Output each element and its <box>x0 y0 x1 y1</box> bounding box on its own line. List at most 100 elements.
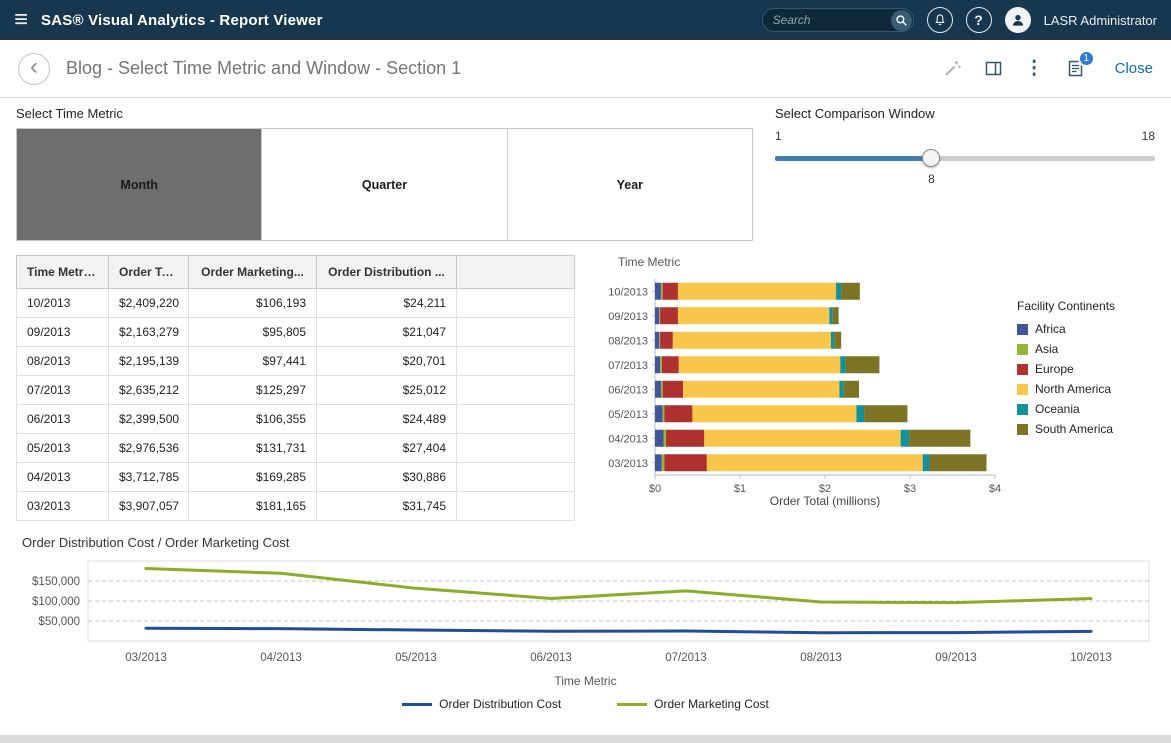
table-cell[interactable]: 07/2013 <box>17 376 109 405</box>
bar-segment-south-america[interactable] <box>841 283 860 300</box>
legend-item-asia[interactable]: Asia <box>1017 342 1115 356</box>
table-cell[interactable]: $3,907,057 <box>109 492 189 521</box>
bar-segment-south-america[interactable] <box>864 405 907 422</box>
line-chart-container[interactable]: Order Distribution Cost / Order Marketin… <box>16 535 1155 711</box>
legend-item-south-america[interactable]: South America <box>1017 422 1115 436</box>
table-cell[interactable]: $106,355 <box>189 405 317 434</box>
bar-segment-africa[interactable] <box>655 454 662 471</box>
bar-segment-europe[interactable] <box>663 381 683 398</box>
bar-segment-oceania[interactable] <box>856 405 864 422</box>
table-cell[interactable]: $31,745 <box>317 492 457 521</box>
legend-item-north-america[interactable]: North America <box>1017 382 1115 396</box>
line-legend-item-order-marketing-cost[interactable]: Order Marketing Cost <box>617 697 769 711</box>
time-metric-button-month[interactable]: Month <box>17 129 262 240</box>
bar-segment-oceania[interactable] <box>831 332 834 349</box>
menu-icon[interactable]: ≡ <box>14 8 28 32</box>
table-cell[interactable]: $27,404 <box>317 434 457 463</box>
bar-segment-africa[interactable] <box>655 307 659 324</box>
table-cell[interactable]: $2,409,220 <box>109 289 189 318</box>
user-avatar-icon[interactable] <box>1005 7 1031 33</box>
bar-segment-europe[interactable] <box>660 307 678 324</box>
bar-segment-asia[interactable] <box>663 405 665 422</box>
bar-segment-asia[interactable] <box>660 356 662 373</box>
bar-segment-asia[interactable] <box>661 381 663 398</box>
bar-segment-north-america[interactable] <box>678 283 836 300</box>
bar-segment-africa[interactable] <box>655 405 663 422</box>
table-cell[interactable]: $25,012 <box>317 376 457 405</box>
bar-segment-asia[interactable] <box>659 307 660 324</box>
bar-segment-oceania[interactable] <box>901 430 910 447</box>
stacked-bar-chart[interactable]: Time Metric 10/201309/201308/201307/2013… <box>597 255 1115 521</box>
table-cell[interactable]: $131,731 <box>189 434 317 463</box>
bar-segment-asia[interactable] <box>661 283 663 300</box>
back-button[interactable]: ‹ <box>18 53 50 85</box>
table-cell[interactable]: $2,399,500 <box>109 405 189 434</box>
legend-item-europe[interactable]: Europe <box>1017 362 1115 376</box>
table-cell[interactable]: $24,211 <box>317 289 457 318</box>
bar-segment-africa[interactable] <box>655 430 664 447</box>
bar-segment-oceania[interactable] <box>829 307 832 324</box>
bar-segment-north-america[interactable] <box>679 356 841 373</box>
table-cell[interactable]: 08/2013 <box>17 347 109 376</box>
table-cell[interactable]: $106,193 <box>189 289 317 318</box>
bar-segment-oceania[interactable] <box>836 283 841 300</box>
bar-segment-europe[interactable] <box>662 356 679 373</box>
search-input[interactable] <box>773 13 891 27</box>
slider-track[interactable]: 8 <box>775 156 1155 161</box>
table-cell[interactable]: $24,489 <box>317 405 457 434</box>
bar-segment-africa[interactable] <box>655 356 660 373</box>
bar-segment-south-america[interactable] <box>930 454 987 471</box>
column-header-order-marketing-[interactable]: Order Marketing... <box>189 256 317 289</box>
bar-segment-europe[interactable] <box>666 430 704 447</box>
table-cell[interactable]: $125,297 <box>189 376 317 405</box>
table-cell[interactable]: 05/2013 <box>17 434 109 463</box>
bar-segment-oceania[interactable] <box>840 356 845 373</box>
bar-segment-north-america[interactable] <box>673 332 831 349</box>
bar-segment-north-america[interactable] <box>678 307 829 324</box>
table-cell[interactable]: $3,712,785 <box>109 463 189 492</box>
column-header-order-total[interactable]: Order Total <box>109 256 189 289</box>
table-cell[interactable]: 03/2013 <box>17 492 109 521</box>
bar-segment-north-america[interactable] <box>683 381 839 398</box>
table-cell[interactable]: $181,165 <box>189 492 317 521</box>
column-header-time-metric[interactable]: Time Metric▼ <box>17 256 109 289</box>
table-cell[interactable]: $95,805 <box>189 318 317 347</box>
bar-segment-north-america[interactable] <box>707 454 923 471</box>
bar-segment-asia[interactable] <box>659 332 660 349</box>
bar-segment-oceania[interactable] <box>839 381 843 398</box>
comments-icon[interactable]: 1 <box>1066 59 1085 78</box>
table-cell[interactable]: $97,441 <box>189 347 317 376</box>
bar-segment-south-america[interactable] <box>845 356 879 373</box>
bar-segment-asia[interactable] <box>664 430 667 447</box>
table-cell[interactable]: 10/2013 <box>17 289 109 318</box>
table-cell[interactable]: $2,635,212 <box>109 376 189 405</box>
search-box[interactable] <box>762 8 914 32</box>
legend-item-oceania[interactable]: Oceania <box>1017 402 1115 416</box>
bar-segment-europe[interactable] <box>664 405 692 422</box>
slider-handle[interactable] <box>922 149 940 167</box>
table-cell[interactable]: $21,047 <box>317 318 457 347</box>
table-cell[interactable]: 09/2013 <box>17 318 109 347</box>
table-cell[interactable]: $30,886 <box>317 463 457 492</box>
search-icon[interactable] <box>891 10 912 31</box>
time-metric-button-year[interactable]: Year <box>508 129 752 240</box>
bar-segment-south-america[interactable] <box>834 332 841 349</box>
clear-filter-wand-icon[interactable] <box>943 59 962 78</box>
bar-segment-africa[interactable] <box>655 283 661 300</box>
line-series-order-marketing-cost[interactable] <box>146 569 1091 603</box>
bar-chart-plot[interactable]: 10/201309/201308/201307/201306/201305/20… <box>597 269 1007 514</box>
table-cell[interactable]: $2,976,536 <box>109 434 189 463</box>
bar-segment-europe[interactable] <box>663 283 678 300</box>
table-cell[interactable]: 06/2013 <box>17 405 109 434</box>
bar-segment-europe[interactable] <box>664 454 707 471</box>
table-cell[interactable]: 04/2013 <box>17 463 109 492</box>
help-icon[interactable]: ? <box>966 7 992 33</box>
legend-item-africa[interactable]: Africa <box>1017 322 1115 336</box>
kebab-menu-icon[interactable]: ⋮ <box>1025 59 1044 78</box>
bar-segment-europe[interactable] <box>660 332 673 349</box>
bar-segment-north-america[interactable] <box>704 430 900 447</box>
table-cell[interactable]: $2,195,139 <box>109 347 189 376</box>
bar-segment-africa[interactable] <box>655 332 659 349</box>
close-button[interactable]: Close <box>1115 60 1153 77</box>
table-cell[interactable]: $169,285 <box>189 463 317 492</box>
